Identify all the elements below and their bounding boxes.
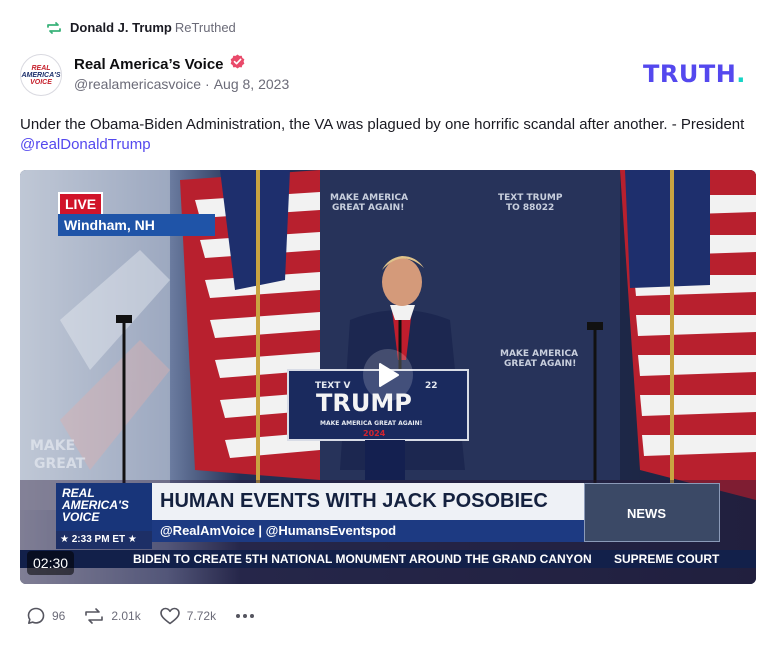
backdrop-slogan-1: MAKE AMERICA <box>330 193 408 203</box>
avatar-line-1: REAL <box>31 64 51 72</box>
more-button[interactable] <box>234 612 256 620</box>
news-label: NEWS <box>627 506 666 521</box>
news-ticker: BIDEN TO CREATE 5TH NATIONAL MONUMENT AR… <box>20 550 756 568</box>
reply-button[interactable]: 96 <box>26 606 65 626</box>
backdrop-slogan-2: GREAT AGAIN! <box>332 203 404 213</box>
truth-logo-dot: . <box>736 60 746 88</box>
backdrop-left-text-2: GREAT <box>34 456 86 472</box>
play-button[interactable] <box>363 342 413 408</box>
author-name[interactable]: Real America’s Voice <box>74 56 224 73</box>
author-block: Real America’s Voice @realamericasvoice ·… <box>74 53 289 92</box>
show-logo: REAL AMERICA'S VOICE ★ 2:33 PM ET ★ <box>56 483 152 549</box>
play-icon <box>379 363 399 387</box>
ticker-main: BIDEN TO CREATE 5TH NATIONAL MONUMENT AR… <box>133 552 592 566</box>
podium-slogan: MAKE AMERICA GREAT AGAIN! <box>320 420 422 427</box>
retruth-user-name[interactable]: Donald J. Trump <box>70 20 172 35</box>
retruth-button[interactable]: 2.01k <box>83 606 141 626</box>
backdrop-text-2: TO 88022 <box>506 203 554 213</box>
retruth-count: 2.01k <box>111 609 141 623</box>
retruth-label: ReTruthed <box>174 20 236 35</box>
backdrop-left-text-1: MAKE <box>30 438 75 454</box>
truth-logo-text: TRUTH <box>643 60 737 88</box>
mention-link[interactable]: @realDonaldTrump <box>20 136 151 153</box>
right-flag <box>620 170 756 500</box>
broadcast-time: ★ 2:33 PM ET ★ <box>56 531 152 549</box>
more-icon <box>236 614 255 618</box>
backdrop-slogan-3: MAKE AMERICA <box>500 349 578 359</box>
post-text: Under the Obama-Biden Administration, th… <box>20 115 760 155</box>
retruth-header: Donald J. Trump ReTruthed <box>46 18 236 38</box>
backdrop-text-1: TEXT TRUMP <box>498 193 563 203</box>
podium-year: 2024 <box>363 429 386 438</box>
like-button[interactable]: 7.72k <box>159 606 216 626</box>
post-date[interactable]: Aug 8, 2023 <box>214 76 290 92</box>
verified-badge-icon <box>230 54 245 74</box>
avatar-line-2: AMERICA'S <box>21 71 61 79</box>
lower-third: REAL AMERICA'S VOICE ★ 2:33 PM ET ★ HUMA… <box>56 483 720 549</box>
reply-count: 96 <box>52 609 66 623</box>
show-logo-line-3: VOICE <box>62 510 100 524</box>
news-thumbnail: NEWS <box>584 483 720 542</box>
backdrop-slogan-4: GREAT AGAIN! <box>504 359 576 369</box>
reply-icon <box>27 607 45 624</box>
truth-logo[interactable]: TRUTH. <box>643 60 746 88</box>
show-handles: @RealAmVoice | @HumansEventspod <box>152 520 584 542</box>
location-badge: Windham, NH <box>58 214 215 236</box>
author-handle[interactable]: @realamericasvoice <box>74 76 201 92</box>
post-body: Under the Obama-Biden Administration, th… <box>20 116 745 133</box>
meta-separator: · <box>205 76 210 92</box>
ticker-next: SUPREME COURT <box>614 552 720 566</box>
live-badge: LIVE <box>58 192 104 216</box>
action-bar: 96 2.01k 7.72k <box>26 604 256 628</box>
like-count: 7.72k <box>186 609 217 623</box>
heart-icon <box>159 607 180 625</box>
avatar-line-3: VOICE <box>30 78 52 86</box>
show-title: HUMAN EVENTS WITH JACK POSOBIEC <box>152 483 584 520</box>
video-duration: 02:30 <box>27 551 75 575</box>
retruth-icon <box>46 21 62 35</box>
retruth-action-icon <box>85 608 104 624</box>
avatar[interactable]: REAL AMERICA'S VOICE <box>20 54 62 96</box>
video-player[interactable]: MAKE GREAT MAKE AMERICA GREAT AGAIN! TEX… <box>20 170 756 584</box>
podium-top-right: 22 <box>425 381 438 391</box>
